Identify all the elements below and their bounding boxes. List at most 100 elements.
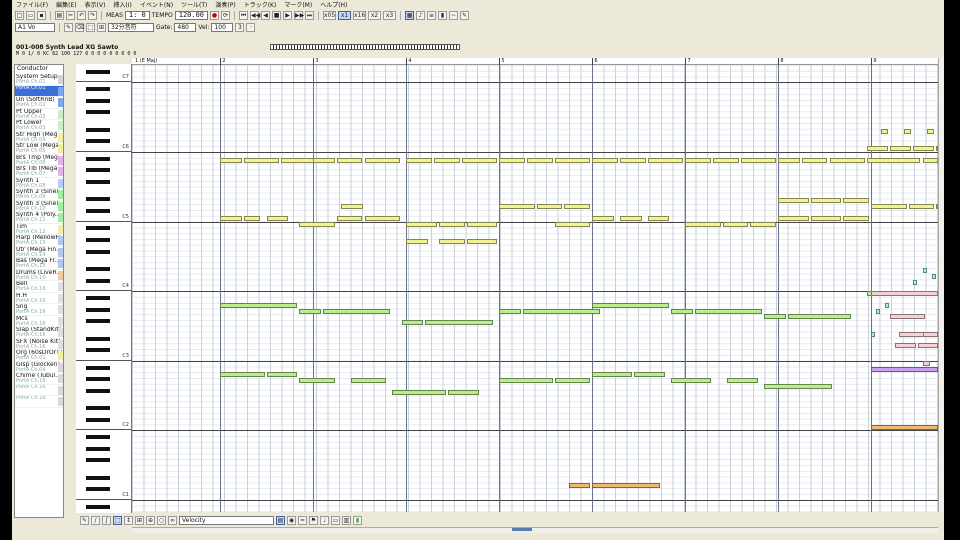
step-back-icon[interactable]: ◀: [261, 10, 271, 20]
track-list-item[interactable]: Synth 1 PortA Ch.08: [15, 178, 63, 189]
track-mute-toggle[interactable]: [58, 259, 63, 268]
fast-forward-icon[interactable]: ▶▶: [294, 10, 304, 20]
track-list-item[interactable]: Pt Upper PortA Ch.02: [15, 109, 63, 120]
midi-note[interactable]: [592, 302, 670, 308]
gate-input[interactable]: 480: [174, 22, 197, 32]
forward-end-icon[interactable]: ⏭: [305, 10, 315, 20]
midi-note[interactable]: [778, 198, 809, 204]
midi-note[interactable]: [336, 157, 363, 163]
midi-note[interactable]: [913, 146, 935, 152]
midi-note[interactable]: [634, 372, 665, 378]
menu-item[interactable]: ツール(T): [181, 0, 207, 9]
tempo-display[interactable]: 120.00: [174, 10, 209, 20]
midi-note[interactable]: [220, 372, 265, 378]
track-list-item[interactable]: PortA Ch.01: [15, 85, 63, 97]
track-mute-toggle[interactable]: [58, 178, 63, 188]
track-mute-toggle[interactable]: [58, 339, 63, 349]
track-mute-toggle[interactable]: [58, 224, 63, 234]
midi-note[interactable]: [903, 128, 912, 134]
black-key[interactable]: [86, 504, 110, 509]
midi-note[interactable]: [499, 204, 535, 210]
track-mute-toggle[interactable]: [58, 132, 63, 142]
wave-icon[interactable]: ~: [449, 10, 459, 20]
track-list-item[interactable]: Bell PortA Ch.16: [15, 281, 63, 293]
track-mute-toggle[interactable]: [58, 293, 63, 303]
midi-note[interactable]: [620, 157, 647, 163]
track-mute-toggle[interactable]: [58, 351, 63, 360]
black-key[interactable]: [86, 267, 110, 271]
track-mute-toggle[interactable]: [58, 374, 63, 383]
open-folder-icon[interactable]: ▭: [26, 10, 35, 20]
midi-note[interactable]: [536, 204, 563, 210]
track-list-item[interactable]: Synth 3 (Sine)... PortA Ch.10: [15, 201, 63, 212]
track-mute-toggle[interactable]: [58, 190, 63, 199]
midi-note[interactable]: [671, 308, 693, 314]
black-key[interactable]: [86, 139, 110, 144]
black-key[interactable]: [86, 180, 110, 184]
menu-item[interactable]: イベント(N): [140, 0, 173, 9]
midi-note[interactable]: [336, 215, 363, 221]
midi-note[interactable]: [685, 157, 712, 163]
record-icon[interactable]: ●: [210, 10, 220, 20]
midi-note[interactable]: [889, 146, 912, 152]
midi-note[interactable]: [764, 384, 833, 389]
midi-note[interactable]: [448, 389, 479, 395]
track-list-item[interactable]: H.H PortA Ch.16: [15, 293, 63, 304]
black-key[interactable]: [86, 156, 110, 161]
black-key[interactable]: [86, 307, 110, 312]
track-mute-toggle[interactable]: [58, 109, 63, 119]
midi-note[interactable]: [466, 221, 498, 227]
midi-note[interactable]: [810, 198, 842, 204]
track-mute-toggle[interactable]: [58, 201, 63, 211]
track-list-item[interactable]: Glsp (Glocken) PortA Ch.04: [15, 362, 63, 373]
track-list-item[interactable]: Synth 2 (Sine)... PortA Ch.09: [15, 189, 63, 201]
black-key[interactable]: [86, 388, 110, 393]
menu-item[interactable]: マーク(M): [284, 0, 312, 9]
track-mute-toggle[interactable]: [58, 328, 63, 337]
midi-note[interactable]: [889, 314, 926, 320]
black-key[interactable]: [86, 319, 110, 324]
marker-icon[interactable]: ⚑: [309, 515, 318, 525]
midi-note[interactable]: [671, 378, 712, 384]
black-key[interactable]: [86, 406, 110, 411]
midi-note[interactable]: [871, 291, 938, 297]
chart-icon[interactable]: ▥: [342, 515, 351, 525]
track-list-item[interactable]: Bas (Mega Fr... PortA Ch.15: [15, 258, 63, 270]
track-list-item[interactable]: PortA Ch.16: [15, 396, 63, 408]
midi-note[interactable]: [922, 268, 927, 273]
black-key[interactable]: [86, 127, 110, 132]
track-list-item[interactable]: Brs Tmp (Meg... PortA Ch.06: [15, 155, 63, 166]
midi-note[interactable]: [694, 308, 763, 314]
midi-note[interactable]: [899, 331, 926, 337]
midi-note[interactable]: [922, 331, 938, 337]
midi-note[interactable]: [220, 302, 298, 308]
position-display[interactable]: 1: 0: [124, 10, 150, 20]
redo-icon[interactable]: ↷: [88, 10, 97, 20]
menu-item[interactable]: 編集(E): [56, 0, 76, 9]
midi-note[interactable]: [722, 221, 749, 227]
midi-note[interactable]: [829, 157, 865, 163]
triplet-icon[interactable]: 3: [235, 22, 245, 32]
event-list-icon[interactable]: ≡: [427, 10, 437, 20]
mini-keyboard[interactable]: [270, 44, 460, 50]
track-list-item[interactable]: Un (SoftRnB) PortA Ch.02: [15, 97, 63, 109]
black-key[interactable]: [86, 475, 110, 480]
menu-item[interactable]: 表示(V): [85, 0, 106, 9]
midi-note[interactable]: [778, 157, 800, 163]
midi-note[interactable]: [220, 157, 242, 163]
note-view-icon[interactable]: ▤: [276, 515, 285, 525]
black-key[interactable]: [86, 348, 110, 353]
black-key[interactable]: [86, 209, 110, 213]
midi-note[interactable]: [871, 204, 907, 210]
velocity-input[interactable]: 100: [211, 22, 234, 32]
black-key[interactable]: [86, 296, 110, 300]
film-icon[interactable]: ▭: [331, 515, 340, 525]
midi-note[interactable]: [280, 157, 316, 163]
midi-note[interactable]: [364, 157, 400, 163]
track-mute-toggle[interactable]: [58, 98, 63, 107]
midi-note[interactable]: [810, 215, 842, 221]
midi-note[interactable]: [592, 157, 619, 163]
midi-note[interactable]: [866, 157, 921, 163]
track-list-item[interactable]: Org (60sDrOrT) PortA Ch.01: [15, 350, 63, 362]
midi-note[interactable]: [713, 157, 740, 163]
